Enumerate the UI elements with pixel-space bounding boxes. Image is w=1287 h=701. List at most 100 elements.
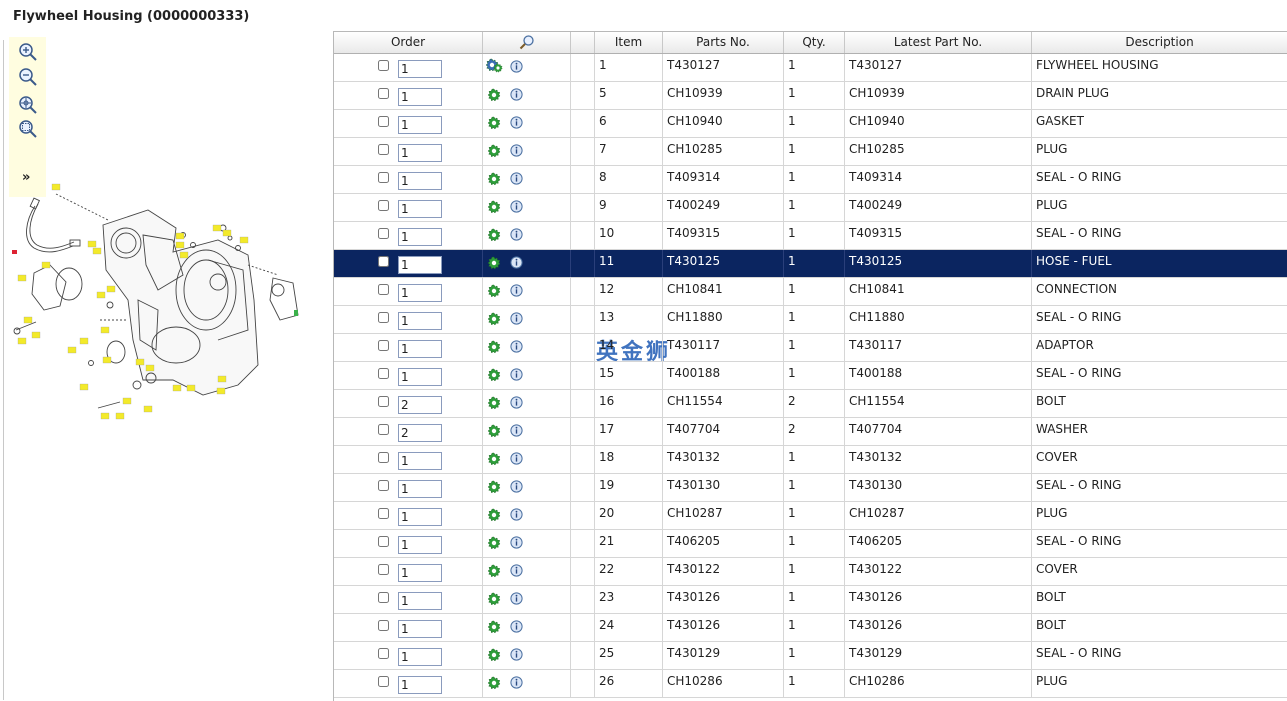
info-icon[interactable] [510, 536, 523, 549]
row-select-checkbox[interactable] [378, 172, 389, 183]
row-select-checkbox[interactable] [378, 536, 389, 547]
parts-no-cell[interactable]: T406205 [663, 530, 784, 557]
info-icon[interactable] [510, 396, 523, 409]
parts-no-cell[interactable]: T430122 [663, 558, 784, 585]
parts-no-cell[interactable]: CH11880 [663, 306, 784, 333]
latest-part-no-cell[interactable]: CH10285 [845, 138, 1032, 165]
order-quantity-input[interactable] [398, 648, 442, 666]
latest-part-no-cell[interactable]: T430130 [845, 474, 1032, 501]
table-row[interactable]: 9 T400249 1 T400249 PLUG [334, 194, 1287, 222]
info-icon[interactable] [510, 228, 523, 241]
row-select-checkbox[interactable] [378, 592, 389, 603]
order-quantity-input[interactable] [398, 564, 442, 582]
latest-part-no-cell[interactable]: T406205 [845, 530, 1032, 557]
gear-icon[interactable] [487, 396, 501, 410]
column-header-order[interactable]: Order [334, 32, 483, 53]
latest-part-no-cell[interactable]: CH11554 [845, 390, 1032, 417]
table-row[interactable]: 1 T430127 1 T430127 FLYWHEEL HOUSING [334, 54, 1287, 82]
order-quantity-input[interactable] [398, 256, 442, 274]
zoom-window-icon[interactable] [18, 119, 38, 139]
zoom-fit-icon[interactable] [18, 95, 38, 115]
order-quantity-input[interactable] [398, 368, 442, 386]
table-row[interactable]: 8 T409314 1 T409314 SEAL - O RING [334, 166, 1287, 194]
column-header-description[interactable]: Description [1032, 32, 1287, 53]
latest-part-no-cell[interactable]: T430117 [845, 334, 1032, 361]
latest-part-no-cell[interactable]: CH10939 [845, 82, 1032, 109]
parts-no-cell[interactable]: T400188 [663, 362, 784, 389]
info-icon[interactable] [510, 452, 523, 465]
row-select-checkbox[interactable] [378, 200, 389, 211]
info-icon[interactable] [510, 88, 523, 101]
parts-no-cell[interactable]: CH10841 [663, 278, 784, 305]
order-quantity-input[interactable] [398, 452, 442, 470]
parts-no-cell[interactable]: T409314 [663, 166, 784, 193]
parts-no-cell[interactable]: T430117 [663, 334, 784, 361]
gear-icon[interactable] [487, 228, 501, 242]
order-quantity-input[interactable] [398, 340, 442, 358]
gear-icon[interactable] [487, 88, 501, 102]
gear-icon[interactable] [487, 368, 501, 382]
gear-icon[interactable] [487, 284, 501, 298]
assembly-gear-icon[interactable] [493, 63, 503, 73]
gear-icon[interactable] [487, 424, 501, 438]
parts-no-cell[interactable]: CH10286 [663, 670, 784, 697]
parts-no-cell[interactable]: CH10940 [663, 110, 784, 137]
row-select-checkbox[interactable] [378, 564, 389, 575]
order-quantity-input[interactable] [398, 480, 442, 498]
latest-part-no-cell[interactable]: T400188 [845, 362, 1032, 389]
table-row[interactable]: 22 T430122 1 T430122 COVER [334, 558, 1287, 586]
latest-part-no-cell[interactable]: T409314 [845, 166, 1032, 193]
gear-icon[interactable] [487, 312, 501, 326]
parts-no-cell[interactable]: CH10287 [663, 502, 784, 529]
latest-part-no-cell[interactable]: CH10286 [845, 670, 1032, 697]
order-quantity-input[interactable] [398, 284, 442, 302]
table-row[interactable]: 24 T430126 1 T430126 BOLT [334, 614, 1287, 642]
exploded-parts-diagram[interactable] [8, 180, 302, 425]
order-quantity-input[interactable] [398, 116, 442, 134]
latest-part-no-cell[interactable]: CH10940 [845, 110, 1032, 137]
column-header-search[interactable] [483, 32, 571, 53]
gear-icon[interactable] [487, 592, 501, 606]
row-select-checkbox[interactable] [378, 480, 389, 491]
parts-no-cell[interactable]: T409315 [663, 222, 784, 249]
latest-part-no-cell[interactable]: T407704 [845, 418, 1032, 445]
info-icon[interactable] [510, 480, 523, 493]
info-icon[interactable] [510, 256, 523, 269]
row-select-checkbox[interactable] [378, 88, 389, 99]
order-quantity-input[interactable] [398, 200, 442, 218]
info-icon[interactable] [510, 368, 523, 381]
order-quantity-input[interactable] [398, 144, 442, 162]
table-row[interactable]: 10 T409315 1 T409315 SEAL - O RING [334, 222, 1287, 250]
row-select-checkbox[interactable] [378, 676, 389, 687]
table-row[interactable]: 26 CH10286 1 CH10286 PLUG [334, 670, 1287, 698]
info-icon[interactable] [510, 116, 523, 129]
order-quantity-input[interactable] [398, 592, 442, 610]
order-quantity-input[interactable] [398, 172, 442, 190]
latest-part-no-cell[interactable]: T430125 [845, 250, 1032, 277]
gear-icon[interactable] [487, 620, 501, 634]
latest-part-no-cell[interactable]: T430122 [845, 558, 1032, 585]
parts-no-cell[interactable]: T430132 [663, 446, 784, 473]
row-select-checkbox[interactable] [378, 648, 389, 659]
row-select-checkbox[interactable] [378, 116, 389, 127]
parts-no-cell[interactable]: CH10285 [663, 138, 784, 165]
latest-part-no-cell[interactable]: T430126 [845, 614, 1032, 641]
table-row[interactable]: 13 CH11880 1 CH11880 SEAL - O RING [334, 306, 1287, 334]
gear-icon[interactable] [487, 340, 501, 354]
row-select-checkbox[interactable] [378, 312, 389, 323]
parts-no-cell[interactable]: T430126 [663, 586, 784, 613]
table-row[interactable]: 14 T430117 1 T430117 ADAPTOR [334, 334, 1287, 362]
info-icon[interactable] [510, 340, 523, 353]
order-quantity-input[interactable] [398, 536, 442, 554]
column-header-latest-part-no[interactable]: Latest Part No. [845, 32, 1032, 53]
row-select-checkbox[interactable] [378, 452, 389, 463]
parts-no-cell[interactable]: T400249 [663, 194, 784, 221]
info-icon[interactable] [510, 60, 523, 73]
gear-icon[interactable] [487, 116, 501, 130]
table-row[interactable]: 21 T406205 1 T406205 SEAL - O RING [334, 530, 1287, 558]
latest-part-no-cell[interactable]: T430132 [845, 446, 1032, 473]
zoom-in-icon[interactable] [18, 42, 38, 62]
order-quantity-input[interactable] [398, 228, 442, 246]
gear-icon[interactable] [487, 256, 501, 270]
info-icon[interactable] [510, 312, 523, 325]
